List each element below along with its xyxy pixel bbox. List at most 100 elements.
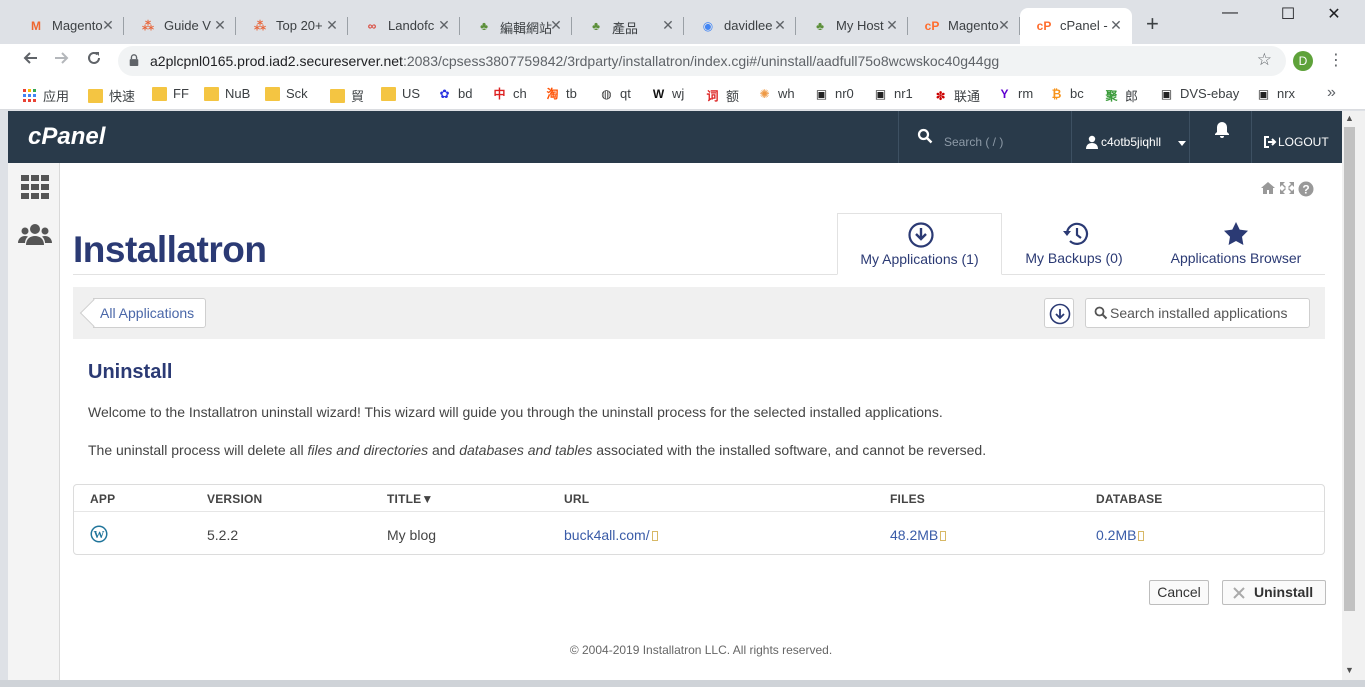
browser-tab[interactable]: ◉ davidlee ✕ (684, 8, 796, 44)
apps-grid-icon[interactable] (21, 175, 49, 199)
close-tab-icon[interactable]: ✕ (548, 17, 564, 34)
close-tab-icon[interactable]: ✕ (212, 17, 228, 34)
bookmark-label: bd (458, 86, 473, 101)
cpanel-search[interactable]: Search ( / ) (898, 111, 1070, 163)
frame-left (0, 111, 8, 680)
tree-icon: ♣ (816, 19, 824, 33)
bookmark-item[interactable]: ▣ DVS-ebay (1159, 86, 1239, 101)
close-tab-icon[interactable]: ✕ (436, 17, 452, 34)
bookmark-item[interactable]: 词额 (705, 86, 739, 105)
bookmark-item[interactable]: 聚郎 (1104, 86, 1138, 105)
folder-icon (204, 86, 219, 101)
home-icon[interactable] (1260, 181, 1276, 195)
bookmark-item[interactable]: 中 ch (492, 86, 527, 101)
forward-arrow-icon (55, 52, 69, 64)
close-tab-icon[interactable]: ✕ (660, 17, 676, 34)
bookmark-item[interactable]: 淘 tb (545, 86, 576, 101)
bookmark-label: ch (513, 86, 527, 101)
notifications-button[interactable] (1189, 111, 1251, 163)
close-tab-icon[interactable]: ✕ (100, 17, 116, 34)
bookmark-star-icon[interactable]: ☆ (1257, 50, 1272, 70)
bookmark-item[interactable]: ▣ nrx (1256, 86, 1295, 101)
profile-avatar[interactable]: D (1293, 51, 1313, 71)
bookmark-label: 联通 (954, 89, 981, 104)
bookmark-item[interactable]: ▣ nr1 (873, 86, 913, 101)
address-bar[interactable]: a2plcpnl0165.prod.iad2.secureserver.net:… (118, 46, 1286, 76)
bookmark-item[interactable]: Wwj (651, 86, 684, 101)
bookmarks-bar: 应用 快速 FF NuB Sck 貿 US ✿ bd 中 ch 淘 tb ◍ qt Wwj 词额 ✺ wh ▣ nr0 ▣… (0, 78, 1365, 110)
close-tab-icon[interactable]: ✕ (884, 17, 900, 34)
tab-my-backups[interactable]: My Backups (0) (1002, 213, 1146, 275)
bookmark-item[interactable]: 貿 (330, 86, 364, 105)
scroll-up-icon[interactable]: ▲ (1345, 113, 1354, 123)
browser-tab[interactable]: ⁂ Guide V ✕ (124, 8, 236, 44)
page-scrollbar[interactable]: ▲ ▼ (1342, 111, 1357, 680)
bookmark-item[interactable]: ▣ nr0 (814, 86, 854, 101)
bookmarks-overflow-button[interactable]: » (1327, 84, 1336, 102)
bookmark-item[interactable]: ✿ bd (437, 86, 472, 101)
browser-tab[interactable]: cP cPanel - ✕ (1020, 8, 1132, 44)
logout-icon (1264, 136, 1277, 148)
chrome-menu-icon[interactable]: ⋮ (1328, 50, 1344, 70)
cpanel-icon: cP (1036, 19, 1052, 33)
bookmark-item[interactable]: ✺ wh (757, 86, 794, 101)
scroll-down-icon[interactable]: ▼ (1345, 665, 1354, 675)
help-icon[interactable]: ? (1298, 181, 1314, 197)
tv-icon: ▣ (1257, 86, 1270, 101)
cell-database-link[interactable]: 0.2MB (1096, 527, 1145, 543)
back-button[interactable] (19, 50, 41, 71)
browser-tab[interactable]: ⁂ Top 20+ ✕ (236, 8, 348, 44)
logout-button[interactable]: LOGOUT (1251, 111, 1342, 163)
breadcrumb-all-applications[interactable]: All Applications (93, 298, 207, 328)
download-button[interactable] (1044, 298, 1074, 328)
browser-tab[interactable]: cP Magento ✕ (908, 8, 1020, 44)
users-icon[interactable] (18, 223, 52, 245)
tab-my-applications[interactable]: My Applications (1) (837, 213, 1002, 275)
browser-tab[interactable]: ♣ My Host ✕ (796, 8, 908, 44)
close-tab-icon[interactable]: ✕ (1108, 17, 1124, 34)
browser-tab[interactable]: ∞ Landofc ✕ (348, 8, 460, 44)
folder-icon (330, 88, 345, 103)
close-window-button[interactable]: ✕ (1311, 4, 1357, 24)
browser-tab[interactable]: ♣ 編輯網站 ✕ (460, 8, 572, 44)
search-installed-input[interactable] (1110, 304, 1305, 322)
bookmark-item[interactable]: Sck (265, 86, 308, 101)
forward-button[interactable] (51, 50, 73, 71)
browser-tab[interactable]: ♣ 產品 ✕ (572, 8, 684, 44)
reload-button[interactable] (83, 50, 105, 71)
browser-tab[interactable]: M Magento ✕ (12, 8, 124, 44)
close-tab-icon[interactable]: ✕ (772, 17, 788, 34)
bookmark-item[interactable]: ◍ qt (599, 86, 631, 101)
warning-part: and (428, 442, 460, 458)
bookmark-item[interactable]: ✽ 联通 (933, 86, 980, 105)
close-tab-icon[interactable]: ✕ (996, 17, 1012, 34)
tv-icon: ▣ (874, 86, 887, 101)
user-menu[interactable]: c4otb5jiqhll (1071, 111, 1189, 163)
search-installed-field[interactable] (1085, 298, 1310, 328)
bookmark-item[interactable]: 应用 (22, 86, 69, 105)
column-header-title[interactable]: TITLE▼ (387, 492, 433, 506)
maximize-button[interactable]: ☐ (1265, 4, 1311, 24)
tab-applications-browser[interactable]: Applications Browser (1146, 213, 1326, 275)
cell-files-link[interactable]: 48.2MB (890, 527, 947, 543)
tab-label: My Applications (1) (860, 251, 979, 267)
cpanel-logo[interactable]: cPanel (28, 123, 105, 151)
fullscreen-icon[interactable] (1279, 181, 1295, 195)
bookmark-item[interactable]: ₿ bc (1049, 86, 1084, 101)
url-link-text: buck4all.com/ (564, 527, 650, 543)
bookmark-item[interactable]: US (381, 86, 420, 101)
uninstall-button[interactable]: Uninstall (1222, 580, 1326, 605)
bookmark-label: wj (672, 86, 685, 101)
bookmark-item[interactable]: 快速 (88, 86, 135, 105)
new-tab-button[interactable]: + (1146, 13, 1159, 35)
bookmark-item[interactable]: NuB (204, 86, 250, 101)
scrollbar-thumb[interactable] (1344, 127, 1355, 611)
minimize-button[interactable]: — (1207, 4, 1253, 22)
cancel-button[interactable]: Cancel (1149, 580, 1209, 605)
cpanel-icon: cP (924, 19, 940, 33)
close-tab-icon[interactable]: ✕ (324, 17, 340, 34)
bookmark-item[interactable]: FF (152, 86, 189, 101)
cell-url-link[interactable]: buck4all.com/ (564, 527, 658, 543)
bookmark-item[interactable]: Yrm (997, 86, 1033, 101)
tab-strip: M Magento ✕ ⁂ Guide V ✕ ⁂ Top 20+ ✕ ∞ Landofc ✕ ♣ 編輯網… (0, 0, 1365, 44)
